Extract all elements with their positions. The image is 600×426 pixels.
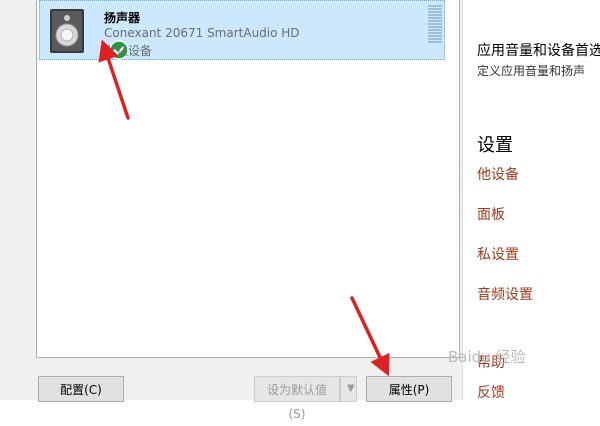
settings-side-panel: 应用音量和设备首选 定义应用音量和扬声 设置 他设备 面板 私设置 音频设置 帮… bbox=[463, 0, 600, 400]
list-item-speakers[interactable]: 扬声器 Conexant 20671 SmartAudio HD 默认设备 bbox=[39, 0, 445, 60]
link-feedback[interactable]: 反馈 bbox=[477, 382, 505, 400]
device-status: 默认设备 bbox=[104, 44, 153, 58]
volume-level-meter bbox=[428, 5, 442, 45]
link-audio-settings[interactable]: 音频设置 bbox=[477, 284, 533, 304]
configure-button[interactable]: 配置(C) bbox=[38, 376, 124, 402]
device-name: 扬声器 bbox=[104, 11, 141, 25]
sound-dialog: 扬声器 Conexant 20671 SmartAudio HD 默认设备 配置… bbox=[0, 0, 463, 421]
link-control-panel[interactable]: 面板 bbox=[477, 204, 505, 224]
set-default-button[interactable]: 设为默认值(S) bbox=[254, 376, 340, 421]
device-description: Conexant 20671 SmartAudio HD bbox=[104, 26, 300, 40]
related-settings-heading: 设置 bbox=[477, 135, 513, 156]
watermark: Baidu 经验 bbox=[448, 348, 526, 366]
link-other-devices[interactable]: 他设备 bbox=[477, 164, 519, 184]
link-privacy-settings[interactable]: 私设置 bbox=[477, 244, 519, 264]
panel-subtitle: 定义应用音量和扬声 bbox=[477, 64, 586, 78]
panel-title: 应用音量和设备首选 bbox=[477, 43, 600, 59]
speaker-icon bbox=[50, 9, 84, 53]
set-default-dropdown-button[interactable]: ▼ bbox=[340, 376, 357, 402]
playback-device-list[interactable]: 扬声器 Conexant 20671 SmartAudio HD 默认设备 bbox=[36, 0, 460, 358]
properties-button[interactable]: 属性(P) bbox=[366, 376, 452, 402]
